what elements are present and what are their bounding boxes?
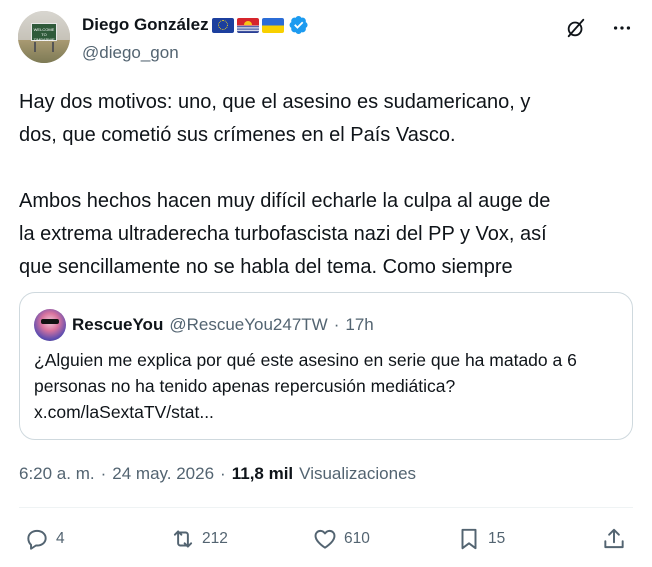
eu-flag-icon <box>211 17 234 33</box>
share-button[interactable] <box>601 526 627 552</box>
bookmark-button[interactable]: 15 <box>456 526 505 552</box>
repost-count: 212 <box>202 530 228 547</box>
ukraine-flag-icon <box>261 17 284 33</box>
quoted-author-avatar <box>34 309 66 341</box>
quoted-post-time: 17h <box>345 315 374 334</box>
action-bar: 4 212 610 15 <box>0 526 652 560</box>
post-meta: 6:20 a. m. · 24 may. 2026 · 11,8 mil Vis… <box>19 464 416 484</box>
repost-button[interactable]: 212 <box>170 526 228 552</box>
post-date[interactable]: 24 may. 2026 <box>112 464 214 484</box>
repost-icon <box>173 530 193 548</box>
separator: · <box>220 464 226 483</box>
quoted-author-name: RescueYou <box>72 315 164 334</box>
post-text: Hay dos motivos: uno, que el asesino es … <box>19 91 551 278</box>
heart-icon <box>314 529 336 549</box>
quoted-post[interactable]: RescueYou @RescueYou247TW · 17h ¿Alguien… <box>19 292 633 440</box>
avatar-ground <box>18 39 70 63</box>
grok-icon[interactable] <box>564 16 588 40</box>
like-count: 610 <box>344 530 370 547</box>
reply-icon <box>27 529 47 550</box>
divider <box>19 507 633 508</box>
quoted-author-handle: @RescueYou247TW <box>169 315 328 334</box>
like-button[interactable]: 610 <box>312 526 370 552</box>
author-name[interactable]: Diego González <box>82 15 209 35</box>
author-avatar[interactable]: WELCOME TO ZIMBABWE <box>18 11 70 63</box>
separator: · <box>100 464 107 483</box>
separator: · <box>333 315 340 334</box>
share-icon <box>604 528 624 549</box>
post-time[interactable]: 6:20 a. m. <box>19 464 95 484</box>
avatar-sign: WELCOME TO ZIMBABWE <box>31 23 57 42</box>
bookmark-count: 15 <box>488 530 506 547</box>
author-handle[interactable]: @diego_gon <box>82 43 179 63</box>
author-name-row: Diego González <box>82 13 309 37</box>
bookmark-icon <box>461 528 477 550</box>
verified-badge-icon[interactable] <box>289 15 309 35</box>
more-options-icon[interactable] <box>610 16 634 40</box>
avatar-sign-pole <box>52 42 54 52</box>
avatar-sign-pole <box>34 42 36 52</box>
kiribati-flag-icon <box>236 17 259 33</box>
views-count: 11,8 mil <box>231 464 294 483</box>
reply-count: 4 <box>56 530 65 547</box>
quoted-post-text: ¿Alguien me explica por qué este asesino… <box>34 350 577 422</box>
top-actions <box>564 16 634 40</box>
quoted-post-header: RescueYou @RescueYou247TW · 17h <box>34 309 374 341</box>
reply-button[interactable]: 4 <box>24 526 65 552</box>
views-label: Visualizaciones <box>299 464 417 483</box>
